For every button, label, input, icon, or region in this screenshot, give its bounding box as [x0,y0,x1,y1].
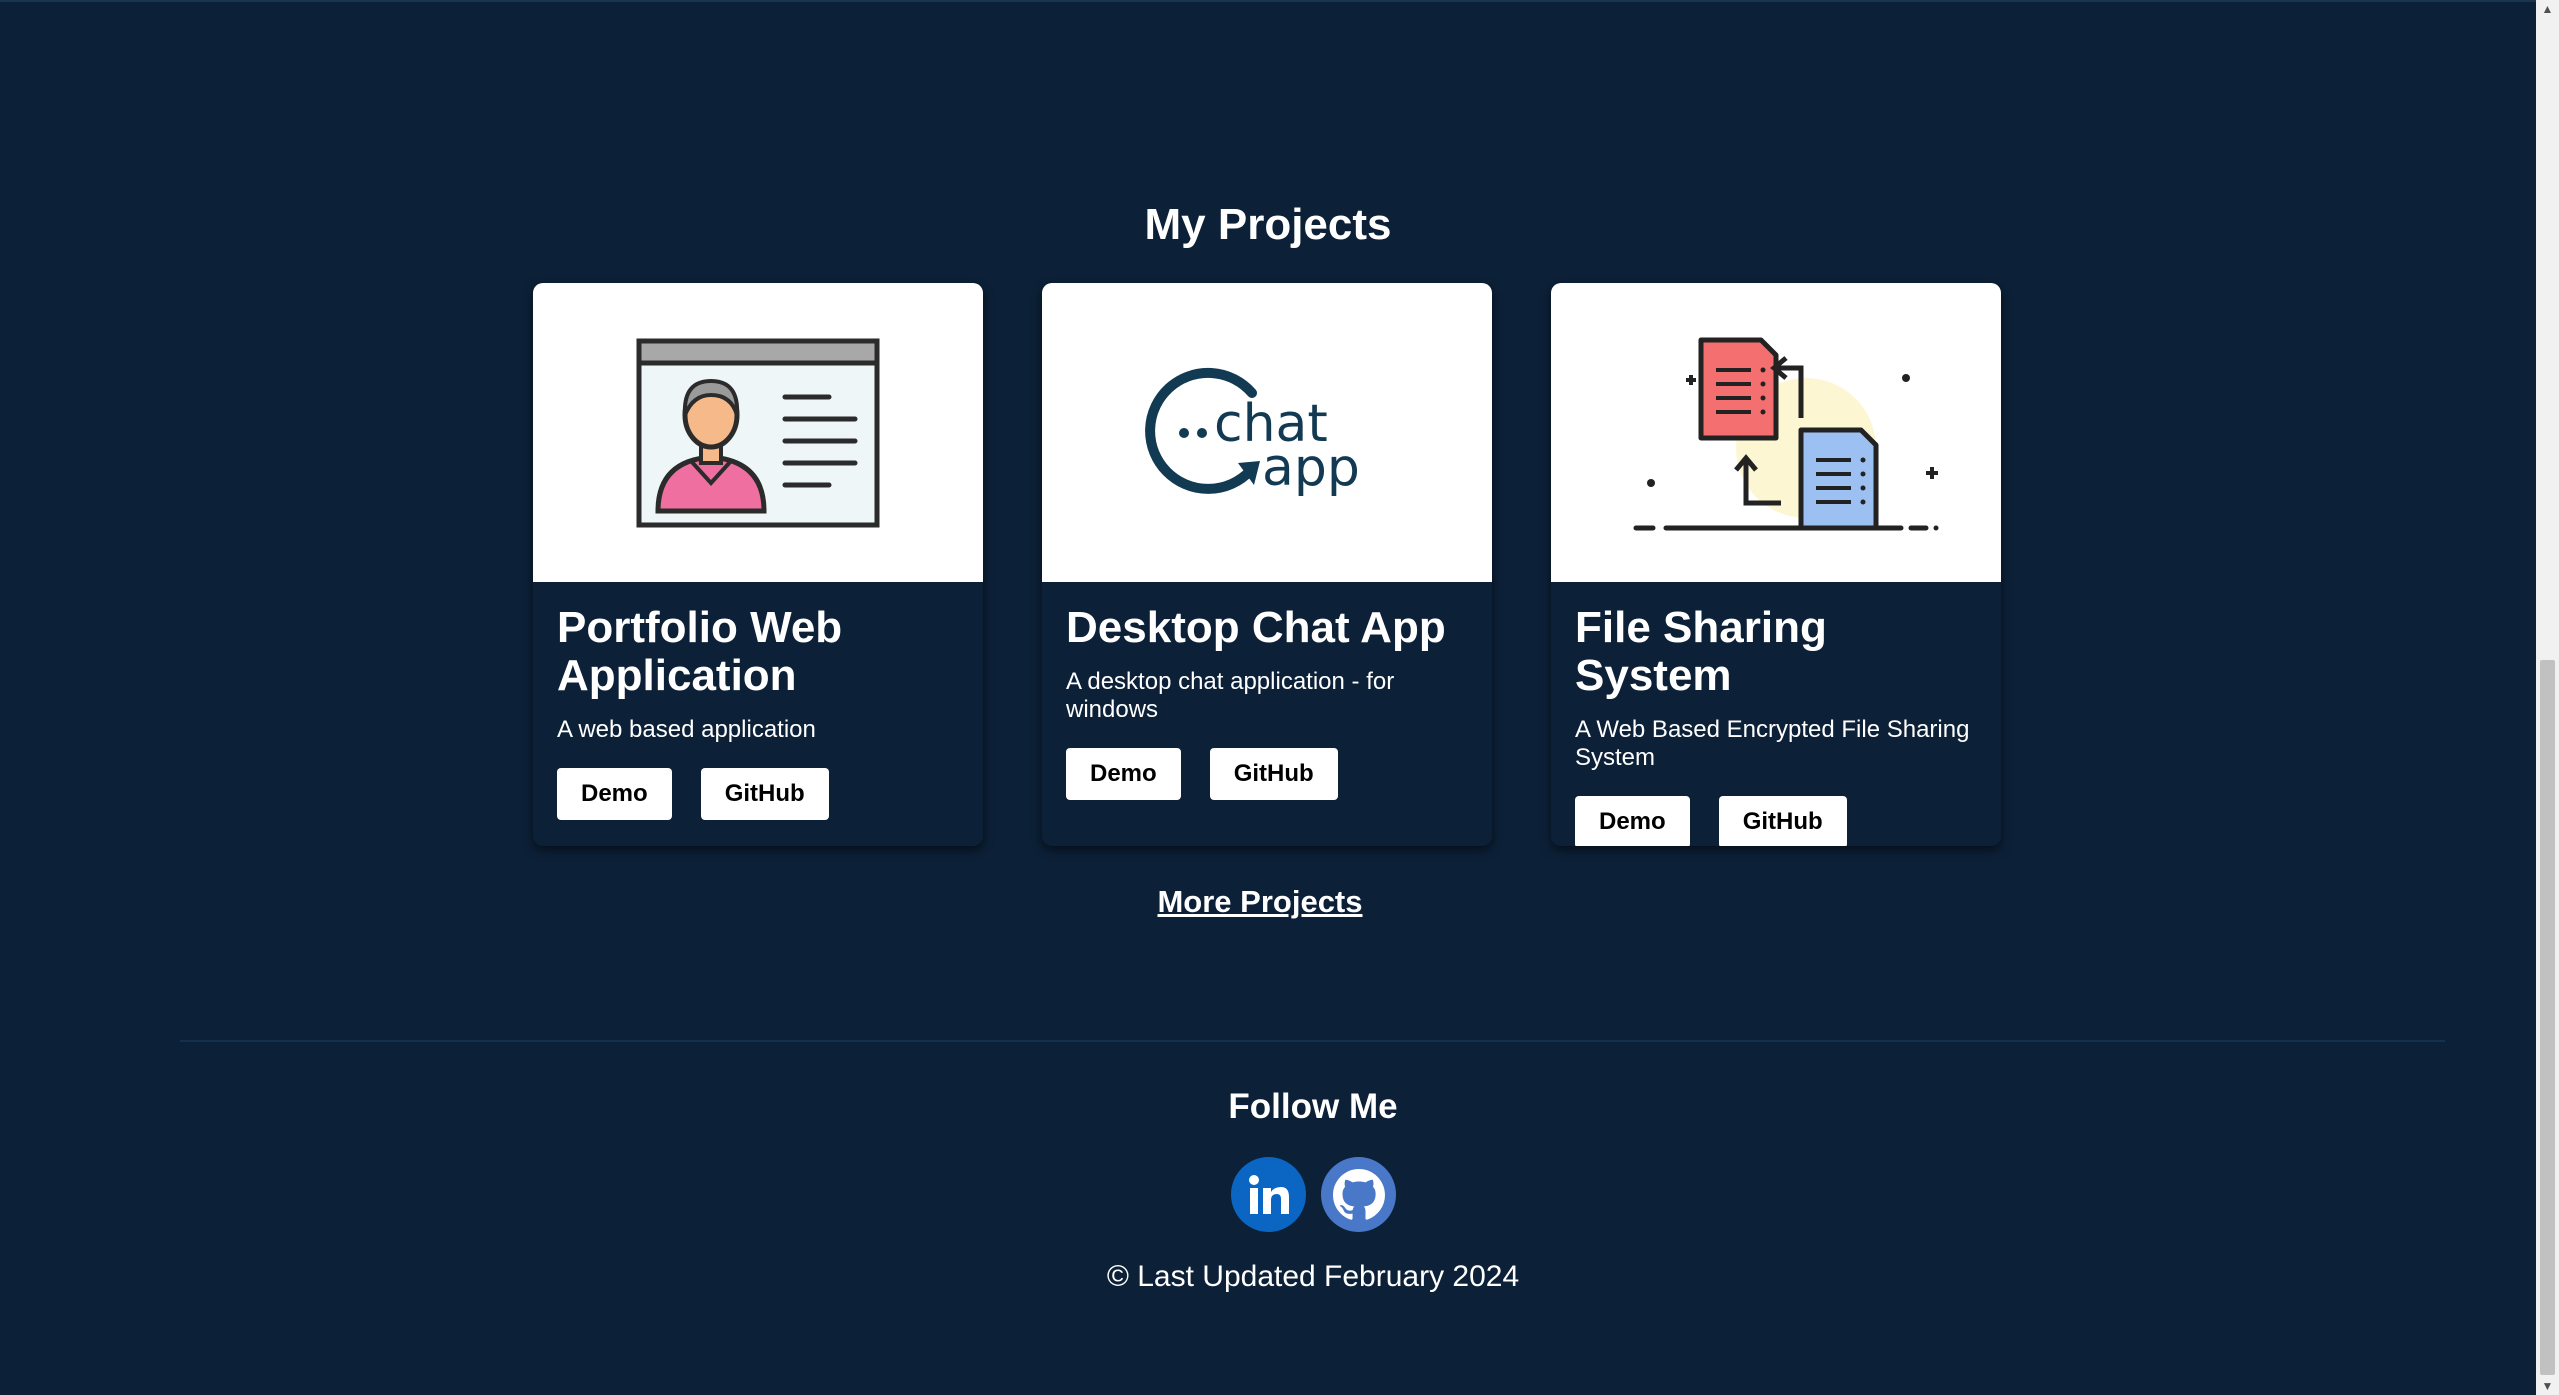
social-links [1231,1157,1396,1232]
project-title: Desktop Chat App [1066,603,1446,652]
github-icon[interactable] [1321,1157,1396,1232]
projects-title: My Projects [1144,200,1392,249]
scroll-up-arrow-icon[interactable]: ▲ [2536,0,2559,18]
project-card-portfolio: Portfolio Web Application A web based ap… [533,283,983,846]
profile-card-icon [636,338,880,527]
demo-button[interactable]: Demo [557,768,672,820]
project-buttons: Demo GitHub [1575,796,1977,846]
github-button[interactable]: GitHub [700,768,829,820]
demo-button[interactable]: Demo [1066,748,1181,800]
vertical-scrollbar[interactable]: ▲ ▼ [2536,0,2559,1395]
project-card-file-sharing: File Sharing System A Web Based Encrypte… [1551,283,2001,846]
follow-me-title: Follow Me [1228,1087,1398,1126]
project-title: File Sharing System [1575,603,1827,700]
file-transfer-icon [1633,337,1939,530]
scrollbar-thumb[interactable] [2540,660,2555,1375]
project-description: A web based application [557,716,816,743]
more-projects-link[interactable]: More Projects [0,884,2520,920]
scroll-down-arrow-icon[interactable]: ▼ [2536,1377,2559,1395]
project-card-body: Desktop Chat App A desktop chat applicat… [1042,582,1492,800]
project-buttons: Demo GitHub [557,768,959,820]
project-image-chat-app: chat app [1042,283,1492,582]
project-image-file-sharing [1551,283,2001,582]
page: My Projects Portfolio Web Application A … [0,0,2536,1395]
project-description: A Web Based Encrypted File Sharing Syste… [1575,716,1970,771]
github-button[interactable]: GitHub [1718,796,1847,846]
github-glyph [1332,1168,1385,1220]
project-description: A desktop chat application - for windows [1066,668,1395,723]
project-cards: Portfolio Web Application A web based ap… [533,283,2001,846]
footer-divider [180,1040,2445,1042]
app-logo-text: app [1262,438,1360,498]
project-card-chat-app: chat app Desktop Chat App A desktop chat… [1042,283,1492,846]
project-buttons: Demo GitHub [1066,748,1468,800]
github-button[interactable]: GitHub [1209,748,1338,800]
copyright-text: © Last Updated February 2024 [1106,1260,1520,1293]
chat-app-logo: chat app [1145,367,1360,498]
linkedin-glyph [1248,1174,1289,1214]
project-card-body: Portfolio Web Application A web based ap… [533,582,983,820]
project-title: Portfolio Web Application [557,603,843,700]
project-card-body: File Sharing System A Web Based Encrypte… [1551,582,2001,846]
linkedin-icon[interactable] [1231,1157,1306,1232]
project-image-portfolio [533,283,983,582]
demo-button[interactable]: Demo [1575,796,1690,846]
